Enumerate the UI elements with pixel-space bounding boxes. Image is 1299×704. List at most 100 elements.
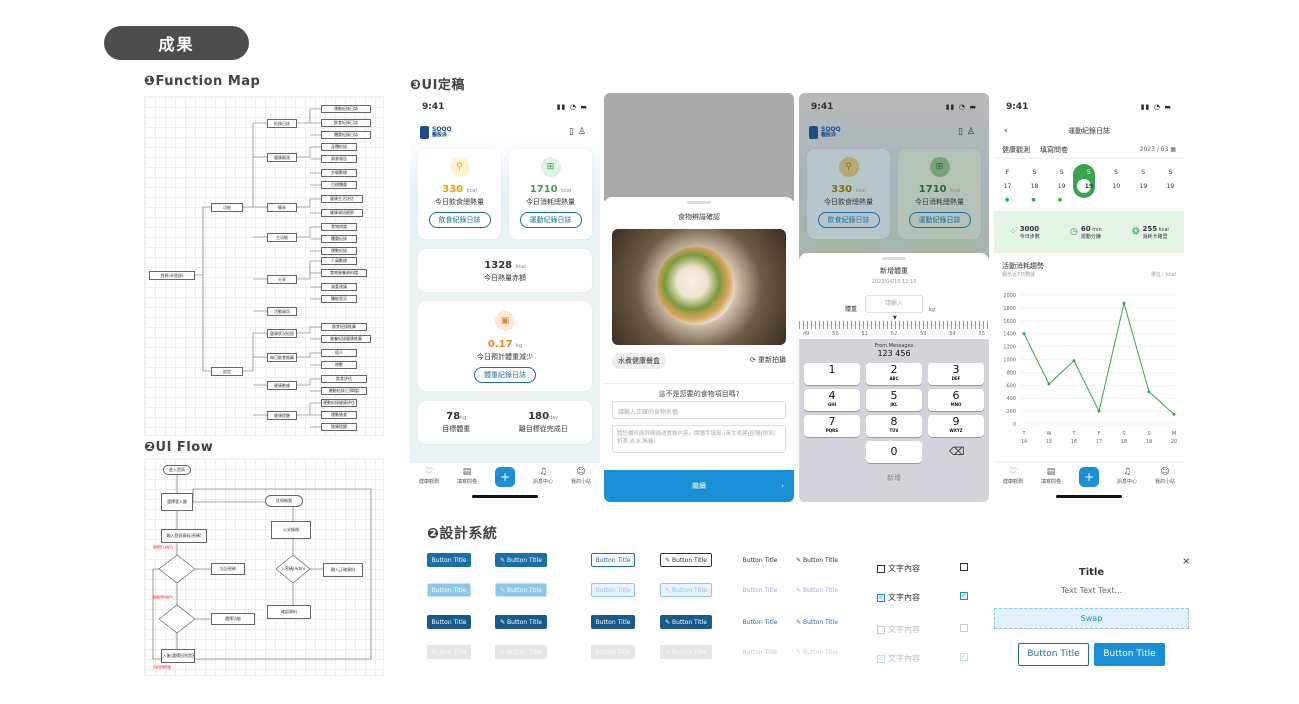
ds-primary-button-pressed[interactable]: Button Title (427, 615, 471, 629)
add-button[interactable]: 新增 (799, 473, 989, 483)
app-header: SOQQ 醫股派 ▯♙ (410, 121, 600, 143)
dimmed-home: 9:41 ▮▮ ◔ ▬ SOQQ 醫股派 ▯♙ ⚲ 330 kcal 今日飲食總熱量 … (799, 93, 989, 253)
ds-checkbox-only-unchecked[interactable] (960, 563, 968, 571)
ds-checkbox-unchecked[interactable]: 文字內容 (877, 563, 920, 574)
key-4[interactable]: 4 GHI (804, 389, 860, 411)
tab-messages[interactable]: ♫ 訊息中心 (1112, 467, 1142, 485)
ds-primary-icon-button-hover[interactable]: ✎ Button Title (495, 583, 547, 597)
tab-messages[interactable]: ♫ 訊息中心 (528, 467, 558, 485)
ds-text-button-pressed[interactable]: Button Title (740, 615, 780, 629)
key-9[interactable]: 9 WXYZ (928, 415, 984, 437)
key-8[interactable]: 8 TUV (866, 415, 922, 437)
kcal-out: 1710 (529, 184, 558, 195)
swap-slot[interactable]: Swap (994, 608, 1189, 629)
fm-l2-node: 紀錄日誌 (267, 119, 297, 128)
key-1[interactable]: 1 (804, 363, 860, 385)
divider (604, 383, 794, 384)
intake-card: ⚲ 330 kcal 今日飲食總熱量 飲食紀錄日誌 (418, 149, 501, 239)
fm-l3-node: 食物辨識 (321, 223, 357, 231)
checkbox-checked-icon: ✓ (960, 653, 968, 661)
ds-outline-icon-button-pressed[interactable]: ✎ Button Title (660, 615, 712, 629)
ds-outline-icon-button-hover[interactable]: ✎ Button Title (660, 583, 712, 597)
x-tick-label: M (1172, 431, 1176, 437)
ds-outline-button-pressed[interactable]: Button Title (591, 615, 635, 629)
ruler-labels: 49 50 51 52 53 54 55 (803, 331, 985, 337)
target-unit: kg (460, 415, 467, 421)
ds-text-icon-button[interactable]: ✎ Button Title (792, 553, 842, 567)
key-0[interactable]: 0 (866, 441, 922, 463)
key-2[interactable]: 2 ABC (866, 363, 922, 385)
ds-checkbox-only-checked[interactable]: ✓ (960, 592, 968, 600)
weight-log-button[interactable]: 體重紀錄日誌 (474, 367, 536, 383)
ds-text-button[interactable]: Button Title (740, 553, 780, 567)
weight-ruler[interactable] (799, 321, 989, 329)
food-icon: ⚲ (838, 157, 859, 177)
weight-input[interactable]: 請輸入 (865, 295, 923, 313)
home-indicator (1056, 495, 1122, 498)
tab-health[interactable]: ♡ 健康觀測 (998, 467, 1028, 485)
ds-text-icon-button-pressed[interactable]: ✎ Button Title (792, 615, 842, 629)
tab-survey[interactable]: ▤ 填寫問卷 (1036, 467, 1066, 485)
goal-card: 78kg 目標體重 180day 離目標從完成日 (418, 401, 592, 444)
ds-primary-icon-button[interactable]: ✎ Button Title (495, 553, 547, 567)
sheet-handle[interactable] (687, 201, 711, 204)
food-description-input[interactable]: 請您盡可能詳細描述食物內容，閱讀字填寫,(英文或建)區隔(例如：奶茶,去冰,無糖… (612, 425, 786, 453)
chart-unit: 單位：kcal (1150, 272, 1176, 278)
food-name-input[interactable]: 請輸入正確的食物名稱 (612, 401, 786, 419)
autofill-suggestion[interactable]: 123 456 (803, 349, 985, 358)
tab-survey[interactable]: ▤ 填寫問卷 (452, 467, 482, 485)
date-text: 2023/04/16 12:15 (871, 279, 917, 285)
dialog-primary-button[interactable]: Button Title (1094, 643, 1165, 666)
activity-trend-chart: 2000180016001400120010008006004002000T14… (1003, 293, 1178, 445)
y-tick-label: 1000 (1003, 358, 1016, 364)
ds-primary-button[interactable]: Button Title (427, 553, 471, 567)
dialog-secondary-button[interactable]: Button Title (1018, 643, 1089, 666)
ds-outline-icon-button[interactable]: ✎ Button Title (660, 553, 712, 567)
key-7[interactable]: 7 PQRS (804, 415, 860, 437)
key-3[interactable]: 3 DEF (928, 363, 984, 385)
weight-loss-label: 今日預計體重減少 (477, 353, 533, 361)
flow-node: 輸入正確資料 (323, 563, 363, 577)
close-icon[interactable]: × (1182, 556, 1190, 567)
tab-profile[interactable]: ☺ 我的小站 (566, 467, 596, 485)
flow-node: 登入後(選擇回到首頁) (161, 649, 195, 663)
food-name-chip[interactable]: 水煮健康餐盒 (612, 353, 666, 369)
map-icon[interactable]: ▯ (569, 127, 578, 137)
fm-l3-node: 總數 (321, 361, 357, 369)
x-tick-label: S (1147, 431, 1150, 437)
key-6[interactable]: 6 MNO (928, 389, 984, 411)
signal-wifi-battery-icon: ▮▮ ◔ ▬ (945, 103, 977, 111)
backspace-icon[interactable]: ⌫ (949, 445, 965, 458)
ds-primary-button-hover[interactable]: Button Title (427, 583, 471, 597)
calendar-icon[interactable]: ▦ (1170, 146, 1176, 153)
ds-checkbox-checked[interactable]: ✓ 文字內容 (877, 592, 920, 603)
question-text: 這不是您要的食物項目嗎? (658, 390, 740, 398)
exercise-log-button[interactable]: 運動紀錄日誌 (519, 212, 582, 228)
ds-primary-icon-button-pressed[interactable]: ✎ Button Title (495, 615, 547, 629)
sheet-handle[interactable] (882, 257, 906, 260)
tab-health[interactable]: ♡ 健康觀測 (414, 467, 444, 485)
user-icon[interactable]: ♙ (578, 127, 590, 137)
ds-text-button-hover[interactable]: Button Title (740, 583, 780, 597)
ds-text-icon-button-hover[interactable]: ✎ Button Title (792, 583, 842, 597)
continue-button[interactable]: 繼續 › (604, 470, 794, 502)
chart-subtitle: 顯示近7日數據 (1002, 272, 1036, 278)
survey-icon: ▤ (1046, 467, 1056, 477)
ds-outline-button-hover[interactable]: Button Title (591, 583, 635, 597)
retake-button[interactable]: ⟳ 重新拍攝 (750, 355, 786, 365)
diet-log-button[interactable]: 飲食紀錄日誌 (428, 212, 491, 228)
tab-profile[interactable]: ☺ 我的小站 (1150, 467, 1180, 485)
key-5[interactable]: 5 JKL (866, 389, 922, 411)
diet-log-button: 飲食紀錄日誌 (817, 212, 880, 228)
ds-outline-button[interactable]: Button Title (591, 553, 635, 567)
week-strip: FSSSSSS 17 18 19 19 10 19 19 ●●● (994, 159, 1184, 205)
tab-diet[interactable]: 健康觀測 (1002, 145, 1030, 155)
fm-l2-node: 健康數據 (267, 381, 297, 390)
edit-icon: ✎ (500, 556, 506, 564)
y-tick-label: 0 (1013, 422, 1016, 428)
ds-checkbox-checked-disabled: ✓ 文字內容 (877, 654, 920, 663)
tab-add[interactable]: + (490, 467, 520, 487)
tab-add[interactable]: + (1074, 467, 1104, 487)
tab-weight[interactable]: 填寫問卷 (1040, 145, 1068, 155)
fm-l3-node: 飲食紀錄推薦 (321, 323, 367, 331)
